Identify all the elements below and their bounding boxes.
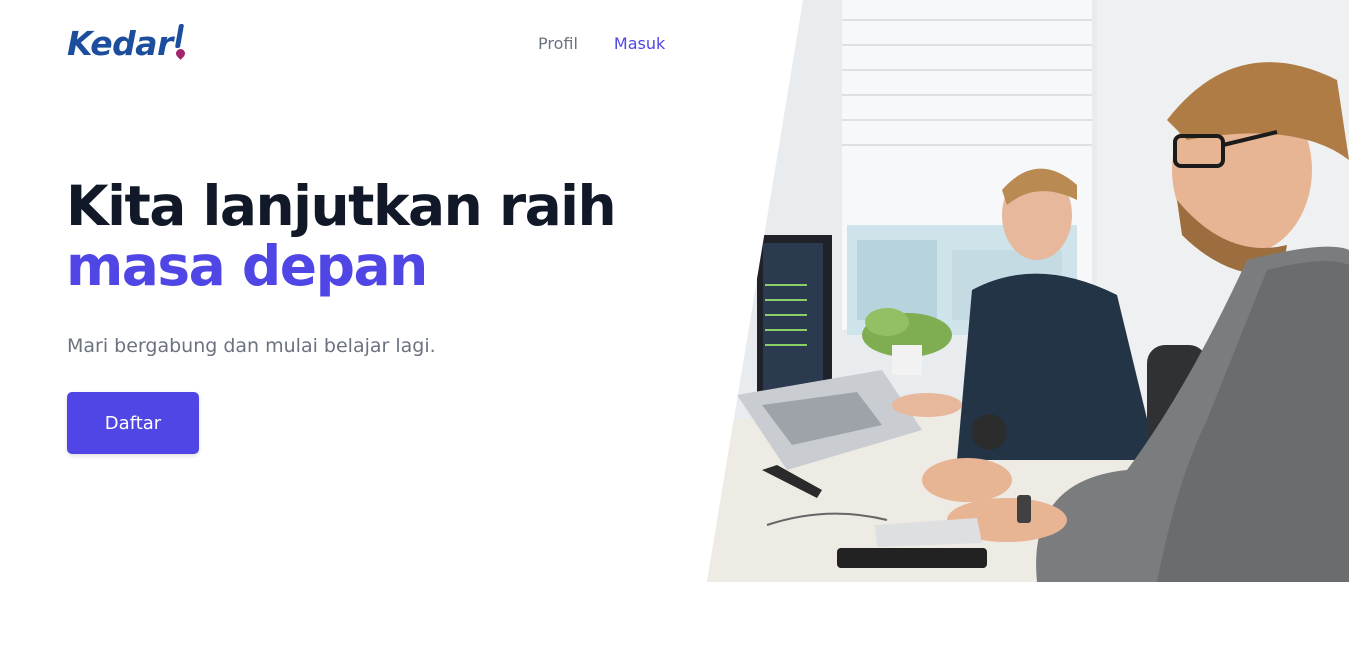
hero-title-line2: masa depan: [66, 234, 428, 298]
hero-title-line1: Kita lanjutkan raih: [66, 174, 617, 238]
brand-logo[interactable]: Kedar: [67, 22, 187, 63]
location-pin-icon: [173, 22, 187, 60]
hero-subtitle: Mari bergabung dan mulai belajar lagi.: [67, 335, 436, 357]
hero-image: [707, 0, 1349, 582]
hero-title: Kita lanjutkan raih masa depan: [66, 174, 617, 298]
nav-link-masuk[interactable]: Masuk: [614, 34, 665, 54]
nav-link-profil[interactable]: Profil: [538, 34, 578, 54]
brand-name: Kedar: [67, 24, 173, 63]
register-button[interactable]: Daftar: [67, 392, 199, 454]
main-nav: Profil Masuk: [538, 34, 665, 54]
